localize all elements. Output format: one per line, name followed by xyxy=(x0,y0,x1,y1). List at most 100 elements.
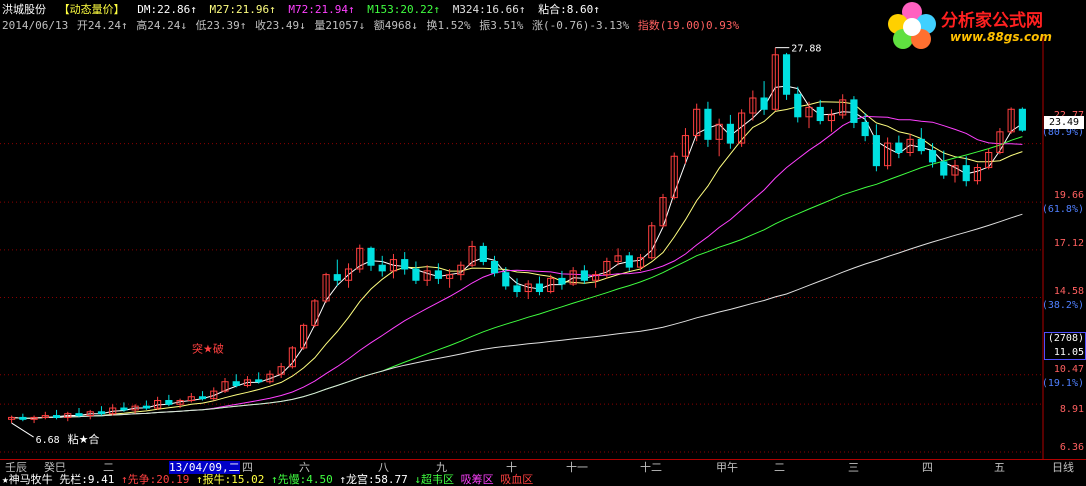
stock-name[interactable]: 洪城股份 xyxy=(2,3,46,16)
axis-price-6: 8.91 xyxy=(1059,404,1084,415)
candle-body xyxy=(704,108,712,140)
candle-body xyxy=(895,142,903,153)
candle-body xyxy=(120,407,128,411)
nianhe-star-label: 粘★合 xyxy=(68,432,100,446)
candle-body xyxy=(726,123,734,144)
info-date: 2014/06/13 xyxy=(2,19,69,32)
candle-body xyxy=(861,121,869,137)
candle-body xyxy=(1018,108,1026,131)
candle-body xyxy=(165,400,173,405)
bottom-item: ↑龙宫:58.77 xyxy=(339,473,408,486)
low-price-label: 6.68 xyxy=(36,435,60,446)
axis-price-4: 14.58 xyxy=(1053,286,1084,297)
bottom-item: ↑报牛:15.02 xyxy=(195,473,265,486)
flower-logo-icon xyxy=(888,2,936,49)
m324-line xyxy=(11,213,1023,419)
chart-gridlines xyxy=(0,143,1043,453)
candle-body xyxy=(850,99,858,123)
indicator-name[interactable]: 【动态量价】 xyxy=(59,3,125,16)
m72-value: M72:21.94↑ xyxy=(288,3,355,16)
candle-body xyxy=(97,411,106,415)
candle-body xyxy=(782,54,791,95)
axis-price-5: 10.47 xyxy=(1053,364,1084,375)
candle-body xyxy=(917,138,925,152)
low-marker-line xyxy=(11,422,34,438)
candle-body xyxy=(434,270,442,279)
bottom-item: 吸筹区 xyxy=(460,473,494,486)
candle-body xyxy=(479,245,487,262)
candle-body xyxy=(928,150,937,163)
dm-line xyxy=(11,85,1023,419)
info-turnover: 换1.52% xyxy=(426,19,471,32)
candle-body xyxy=(378,264,386,272)
candle-body xyxy=(535,283,544,293)
date-label: 四 xyxy=(922,461,933,474)
candle-body xyxy=(558,277,566,285)
logo-text: 分析家公式网 xyxy=(941,11,1043,31)
bottom-item: 先栏:9.41 xyxy=(59,473,115,486)
period-label[interactable]: 日线 xyxy=(1052,461,1074,474)
axis-box-frame xyxy=(1044,332,1086,360)
bottom-item: 吸血区 xyxy=(500,473,534,486)
high-price-label: 27.88 xyxy=(791,44,821,55)
bottom-item[interactable]: ★神马牧牛 xyxy=(2,473,53,486)
info-close: 收23.49↓ xyxy=(254,19,306,32)
info-low: 低23.39↑ xyxy=(195,19,247,32)
candle-body xyxy=(232,381,240,386)
indicator-header: 洪城股份 【动态量价】 DM:22.86↑ M27:21.96↑ M72:21.… xyxy=(2,3,606,17)
nianhe-value: 粘合:8.60↑ xyxy=(538,3,600,16)
current-price-tag: 23.49 xyxy=(1044,116,1084,129)
candlestick-chart: 27.88 6.68 粘★合 突★破 xyxy=(0,36,1044,459)
logo-url[interactable]: www.88gs.com xyxy=(950,30,1052,44)
candle-body xyxy=(19,416,27,420)
candle-body xyxy=(940,161,948,176)
date-label: 十一 xyxy=(566,461,588,474)
candles-group xyxy=(8,47,1026,424)
axis-price-7: 6.36 xyxy=(1059,442,1084,453)
date-label: 二 xyxy=(774,461,785,474)
candle-body xyxy=(625,255,633,268)
info-change: 涨(-0.76)-3.13% xyxy=(531,19,630,32)
bottom-item: ↓超韦区 xyxy=(414,473,454,486)
bottom-item: ↑先争:20.19 xyxy=(121,473,190,486)
price-info-row: 2014/06/13 开24.24↑ 高24.24↓ 低23.39↑ 收23.4… xyxy=(2,19,741,33)
info-open: 开24.24↑ xyxy=(76,19,128,32)
m27-line xyxy=(11,101,1023,419)
candle-body xyxy=(760,97,768,110)
info-amplitude: 振3.51% xyxy=(479,19,524,32)
tupo-star-label: 突★破 xyxy=(192,342,224,356)
info-volume: 量21057↓ xyxy=(314,19,366,32)
info-amount: 额4968↓ xyxy=(373,19,418,32)
axis-price-3: 17.12 xyxy=(1053,238,1084,249)
date-label: 三 xyxy=(848,461,859,474)
date-label: 甲午 xyxy=(716,461,738,474)
candle-body xyxy=(52,415,61,418)
candle-body xyxy=(513,285,521,293)
m153-line xyxy=(11,136,1023,419)
candle-body xyxy=(75,413,83,417)
axis-pct-4: (19.1%) xyxy=(1041,378,1084,389)
candle-body xyxy=(962,165,970,182)
candle-body xyxy=(198,396,207,400)
candle-body xyxy=(142,405,150,409)
candle-body xyxy=(412,268,420,281)
candle-body xyxy=(502,272,510,287)
dm-value: DM:22.86↑ xyxy=(137,3,197,16)
m153-value: M153:20.22↑ xyxy=(367,3,441,16)
candle-body xyxy=(401,259,409,270)
date-label: 五 xyxy=(994,461,1005,474)
bottom-item: ↑先慢:4.50 xyxy=(270,473,333,486)
info-index: 指数(19.00)0.93% xyxy=(637,19,740,32)
bottom-indicator-row: ★神马牧牛 先栏:9.41 ↑先争:20.19 ↑报牛:15.02 ↑先慢:4.… xyxy=(2,474,533,485)
axis-pct-3: (38.2%) xyxy=(1041,300,1084,311)
candle-body xyxy=(794,93,802,118)
chart-markers: 27.88 6.68 粘★合 突★破 xyxy=(11,44,821,446)
date-label: 十二 xyxy=(640,461,662,474)
moving-average-lines xyxy=(11,85,1023,419)
candle-body xyxy=(872,135,880,167)
candle-body xyxy=(255,379,263,383)
candle-body xyxy=(367,247,375,266)
candle-body xyxy=(816,106,824,122)
axis-pct-2: (61.8%) xyxy=(1041,204,1084,215)
axis-price-2: 19.66 xyxy=(1053,190,1084,201)
